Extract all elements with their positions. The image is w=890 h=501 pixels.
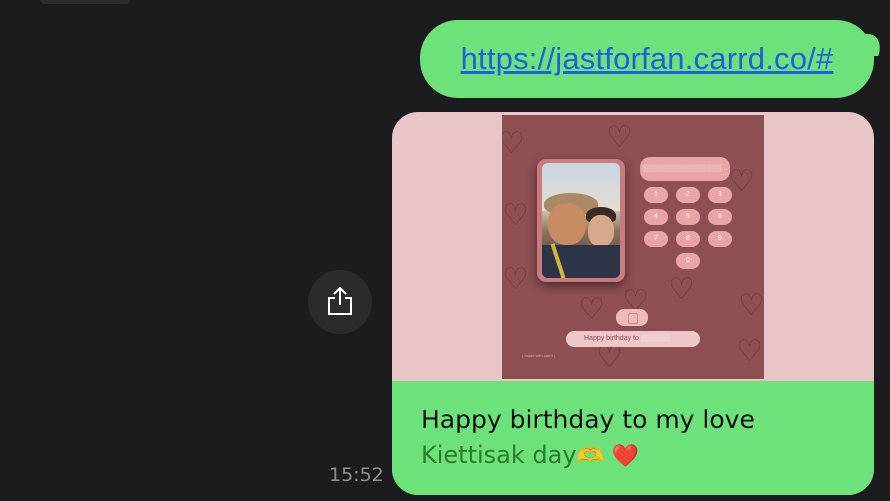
birthday-banner-name: ▒▒▒▒▒▒ xyxy=(640,335,671,342)
link-preview-card[interactable]: ♡ ♡ ♡ ♡ ♡ ♡ ♡ ♡ ♡ ♡ ♡ ▒▒▒▒▒▒▒▒▒▒▒▒▒▒▒▒..… xyxy=(392,112,874,495)
preview-title: Happy birthday to my love xyxy=(421,405,755,434)
heart-decoration: ♡ xyxy=(502,126,525,161)
made-with-label: ( made with carrd ) xyxy=(522,353,556,358)
link-message-bubble[interactable]: https://jastforfan.carrd.co/# xyxy=(420,20,874,98)
heart-decoration: ♡ xyxy=(502,198,529,233)
birthday-banner-text: Happy birthday to xyxy=(584,335,639,342)
keypad-key-9: 9 xyxy=(708,231,732,247)
link-preview-caption: Happy birthday to my love Kiettisak day🫶… xyxy=(392,381,874,495)
keypad-key-7: 7 xyxy=(644,231,668,247)
keypad-key-4: 4 xyxy=(644,209,668,225)
keypad-key-2: 2 xyxy=(676,187,700,203)
keypad-key-5: 5 xyxy=(676,209,700,225)
heart-decoration: ♡ xyxy=(738,288,764,323)
keypad-key-6: 6 xyxy=(708,209,732,225)
keypad-key-3: 3 xyxy=(708,187,732,203)
heart-hands-icon: 🫶 xyxy=(576,444,604,469)
passcode-display: ▒▒▒▒▒▒▒▒▒▒▒▒▒▒▒▒... xyxy=(640,157,730,181)
message-link[interactable]: https://jastforfan.carrd.co/# xyxy=(461,41,834,77)
link-preview-image: ♡ ♡ ♡ ♡ ♡ ♡ ♡ ♡ ♡ ♡ ♡ ▒▒▒▒▒▒▒▒▒▒▒▒▒▒▒▒..… xyxy=(502,115,764,379)
keypad: 1 2 3 4 5 6 7 8 9 0 xyxy=(644,187,732,269)
heart-decoration: ♡ xyxy=(668,272,695,307)
heart-decoration: ♡ xyxy=(606,120,633,155)
preview-subtitle: Kiettisak day🫶 ❤️ xyxy=(421,441,639,469)
heart-decoration: ♡ xyxy=(502,262,529,297)
heart-decoration: ♡ xyxy=(578,292,605,327)
preview-subtitle-text: Kiettisak day xyxy=(421,441,577,469)
keypad-key-1: 1 xyxy=(644,187,668,203)
share-icon xyxy=(328,286,352,315)
message-timestamp: 15:52 xyxy=(329,464,384,486)
couple-photo xyxy=(542,163,620,278)
heart-decoration: ♡ xyxy=(728,164,755,199)
heart-decoration: ♡ xyxy=(596,340,623,375)
keypad-key-8: 8 xyxy=(676,231,700,247)
share-button[interactable] xyxy=(308,270,372,334)
birthday-banner: Happy birthday to ▒▒▒▒▒▒ xyxy=(566,331,700,347)
previous-message-edge xyxy=(40,0,130,4)
heart-decoration: ♡ xyxy=(736,334,763,369)
red-heart-icon: ❤️ xyxy=(611,444,639,469)
keypad-key-0: 0 xyxy=(676,253,700,269)
photo-frame xyxy=(537,159,625,282)
lock-toggle xyxy=(616,309,648,326)
